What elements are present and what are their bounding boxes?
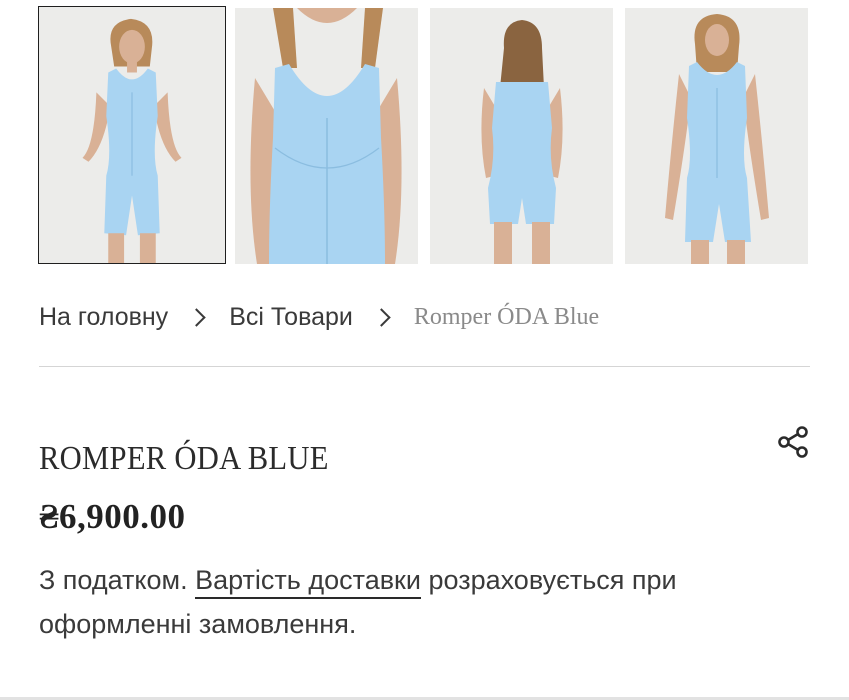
breadcrumb-current: Romper ÓDA Blue xyxy=(413,303,600,330)
product-price: ₴6,900.00 xyxy=(39,497,186,536)
share-icon xyxy=(778,426,808,458)
chevron-right-icon xyxy=(372,307,391,327)
shipping-cost-link[interactable]: Вартість доставки xyxy=(195,565,421,599)
divider xyxy=(39,366,810,367)
product-gallery xyxy=(38,6,810,266)
breadcrumb: На головну Всі Товари Romper ÓDA Blue xyxy=(39,300,599,334)
product-title: ROMPER ÓDA BLUE xyxy=(39,440,329,477)
tax-prefix: З податком. xyxy=(39,565,188,595)
breadcrumb-all-products-link[interactable]: Всі Товари xyxy=(229,303,353,332)
chevron-right-icon xyxy=(187,307,206,327)
thumbnail-3[interactable] xyxy=(430,8,613,264)
product-photo-icon xyxy=(625,8,808,264)
share-button[interactable] xyxy=(774,424,814,460)
product-photo-icon xyxy=(430,8,613,264)
product-photo-icon xyxy=(39,7,225,263)
thumbnail-4[interactable] xyxy=(625,8,808,264)
thumbnail-2[interactable] xyxy=(235,8,418,264)
tax-note: З податком. Вартість доставки розраховує… xyxy=(39,558,819,646)
product-photo-icon xyxy=(235,8,418,264)
breadcrumb-home-link[interactable]: На головну xyxy=(39,303,168,332)
thumbnail-1[interactable] xyxy=(38,6,226,264)
